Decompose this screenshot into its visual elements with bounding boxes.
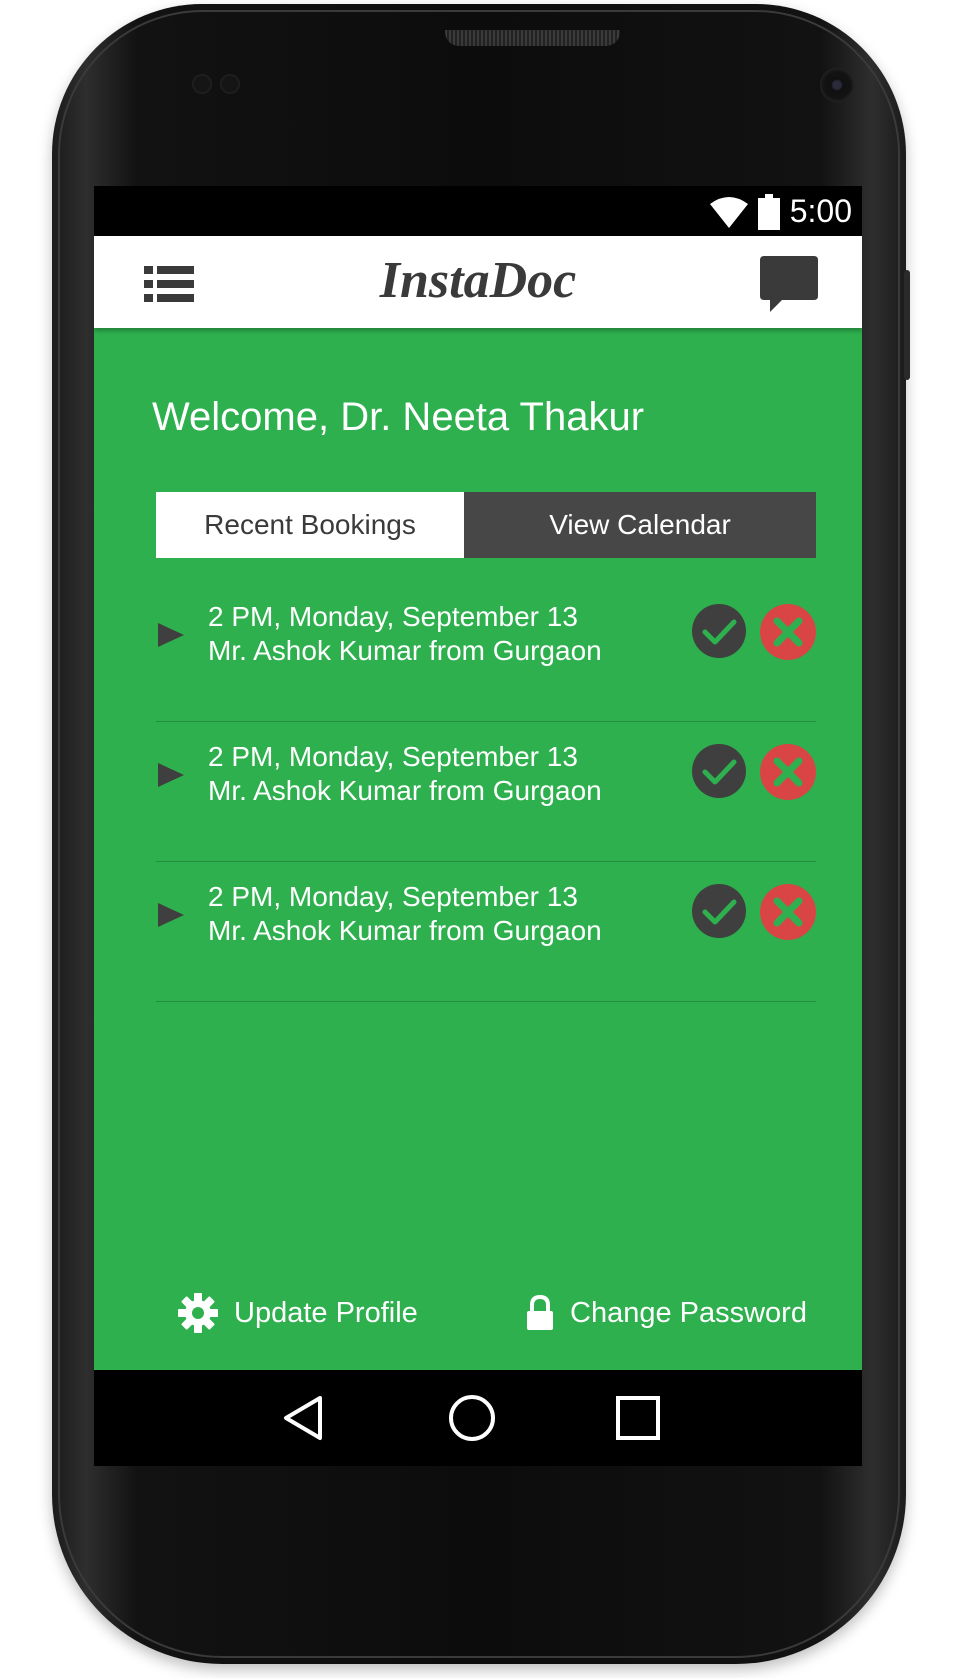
play-arrow-icon[interactable] [156, 760, 186, 790]
update-profile-label: Update Profile [234, 1296, 418, 1329]
play-arrow-icon[interactable] [156, 900, 186, 930]
reject-cross-icon[interactable] [760, 884, 816, 940]
lock-icon [527, 1295, 553, 1330]
wifi-icon [710, 197, 748, 228]
booking-row: 2 PM, Monday, September 13 Mr. Ashok Kum… [156, 582, 816, 722]
change-password-button[interactable]: Change Password [526, 1290, 807, 1336]
home-icon[interactable] [448, 1394, 496, 1442]
gear-icon [178, 1293, 218, 1333]
accept-check-icon[interactable] [692, 744, 746, 798]
status-time: 5:00 [789, 193, 852, 229]
play-arrow-icon[interactable] [156, 620, 186, 650]
update-profile-button[interactable]: Update Profile [178, 1290, 418, 1336]
status-bar: 5:00 [94, 186, 862, 236]
tab-view-calendar[interactable]: View Calendar [464, 492, 816, 558]
booking-row: 2 PM, Monday, September 13 Mr. Ashok Kum… [156, 862, 816, 1002]
welcome-heading: Welcome, Dr. Neeta Thakur [152, 395, 645, 439]
booking-time: 2 PM, Monday, September 13 [208, 601, 578, 632]
accept-check-icon[interactable] [692, 884, 746, 938]
app-bar: InstaDoc [94, 236, 862, 328]
earpiece-speaker [445, 30, 620, 46]
system-nav-bar [94, 1370, 862, 1466]
booking-patient: Mr. Ashok Kumar from Gurgaon [208, 775, 602, 806]
booking-details: 2 PM, Monday, September 13 Mr. Ashok Kum… [208, 880, 602, 948]
back-icon[interactable] [280, 1394, 328, 1442]
power-button [904, 270, 910, 380]
booking-patient: Mr. Ashok Kumar from Gurgaon [208, 635, 602, 666]
accept-check-icon[interactable] [692, 604, 746, 658]
reject-cross-icon[interactable] [760, 744, 816, 800]
bookings-list: 2 PM, Monday, September 13 Mr. Ashok Kum… [156, 582, 816, 1002]
app-screen: 5:00 InstaDoc Welcome, Dr. Neeta Thakur … [94, 186, 862, 1466]
reject-cross-icon[interactable] [760, 604, 816, 660]
light-sensor [220, 74, 240, 94]
battery-icon [758, 194, 780, 230]
booking-tabs: Recent Bookings View Calendar [156, 492, 816, 558]
booking-time: 2 PM, Monday, September 13 [208, 881, 578, 912]
booking-details: 2 PM, Monday, September 13 Mr. Ashok Kum… [208, 740, 602, 808]
tab-recent-bookings[interactable]: Recent Bookings [156, 492, 464, 558]
booking-row: 2 PM, Monday, September 13 Mr. Ashok Kum… [156, 722, 816, 862]
recents-icon[interactable] [614, 1394, 662, 1442]
chat-icon[interactable] [760, 256, 818, 314]
booking-patient: Mr. Ashok Kumar from Gurgaon [208, 915, 602, 946]
app-title: InstaDoc [379, 252, 577, 309]
booking-time: 2 PM, Monday, September 13 [208, 741, 578, 772]
booking-details: 2 PM, Monday, September 13 Mr. Ashok Kum… [208, 600, 602, 668]
front-camera [820, 68, 854, 102]
proximity-sensor [192, 74, 212, 94]
change-password-label: Change Password [570, 1296, 807, 1329]
